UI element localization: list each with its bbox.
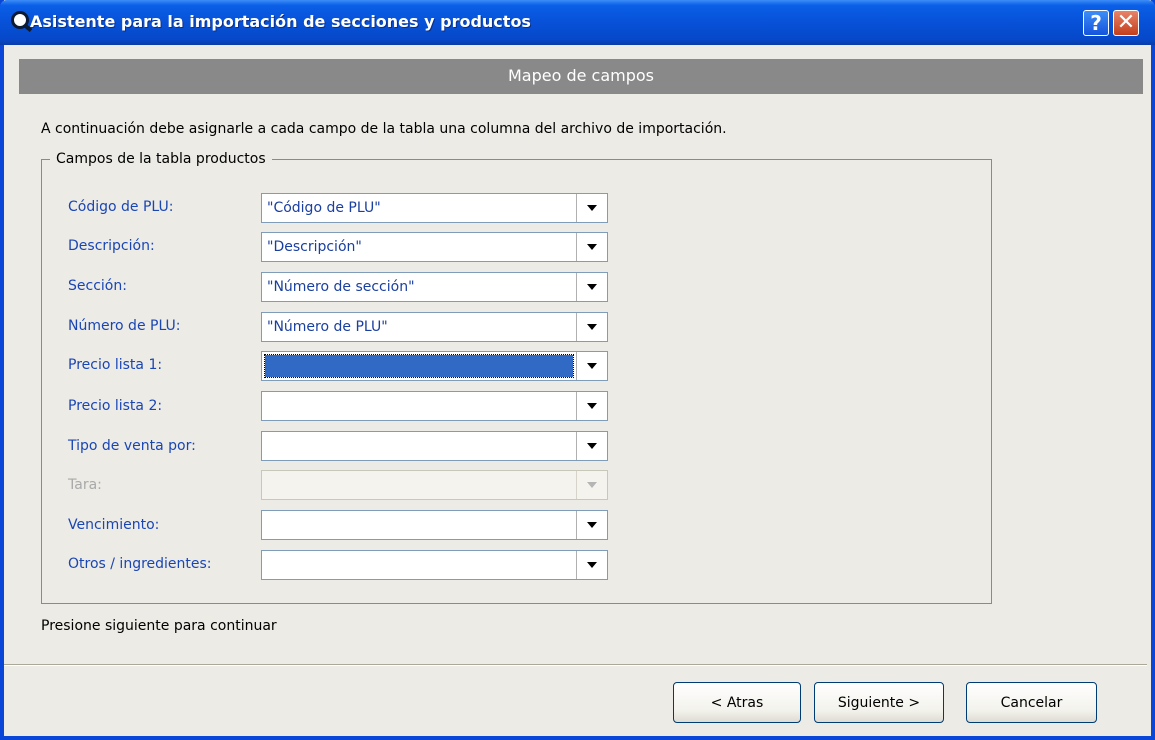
app-magnifier-icon bbox=[11, 11, 29, 29]
dropdown-arrow-icon[interactable] bbox=[576, 511, 607, 539]
dropdown-arrow-icon[interactable] bbox=[576, 194, 607, 222]
combo-value: "Número de sección" bbox=[267, 279, 415, 295]
title-bar[interactable]: Asistente para la importación de seccion… bbox=[0, 0, 1155, 45]
step-header: Mapeo de campos bbox=[19, 59, 1143, 94]
dropdown-arrow-icon[interactable] bbox=[576, 352, 607, 380]
combo-tara bbox=[261, 470, 608, 500]
cancel-button[interactable]: Cancelar bbox=[966, 682, 1097, 723]
combo-seccion[interactable]: "Número de sección" bbox=[261, 272, 608, 302]
field-label-tara: Tara: bbox=[68, 477, 102, 493]
close-button[interactable]: ✕ bbox=[1113, 10, 1139, 36]
field-label-codigo-plu: Código de PLU: bbox=[68, 199, 174, 215]
field-label-descripcion: Descripción: bbox=[68, 238, 155, 254]
combo-precio-lista-2[interactable] bbox=[261, 391, 608, 421]
combo-value: "Código de PLU" bbox=[267, 200, 381, 216]
combo-value: "Descripción" bbox=[267, 239, 362, 255]
combo-descripcion[interactable]: "Descripción" bbox=[261, 232, 608, 262]
field-label-precio-lista-2: Precio lista 2: bbox=[68, 398, 163, 414]
field-label-seccion: Sección: bbox=[68, 278, 127, 294]
field-label-otros-ingredientes: Otros / ingredientes: bbox=[68, 556, 212, 572]
combo-precio-lista-1[interactable] bbox=[261, 351, 608, 381]
dropdown-arrow-icon bbox=[576, 471, 607, 499]
combo-tipo-venta[interactable] bbox=[261, 431, 608, 461]
dropdown-arrow-icon[interactable] bbox=[576, 273, 607, 301]
dialog-window: Asistente para la importación de seccion… bbox=[0, 0, 1155, 740]
dropdown-arrow-icon[interactable] bbox=[576, 233, 607, 261]
dropdown-arrow-icon[interactable] bbox=[576, 432, 607, 460]
instruction-text: A continuación debe asignarle a cada cam… bbox=[41, 121, 727, 137]
field-label-tipo-venta: Tipo de venta por: bbox=[68, 438, 196, 454]
dropdown-arrow-icon[interactable] bbox=[576, 313, 607, 341]
next-button[interactable]: Siguiente > bbox=[814, 682, 944, 723]
footer-separator bbox=[4, 664, 1147, 666]
dropdown-arrow-icon[interactable] bbox=[576, 551, 607, 579]
window-title: Asistente para la importación de seccion… bbox=[30, 12, 531, 31]
combo-numero-plu[interactable]: "Número de PLU" bbox=[261, 312, 608, 342]
continue-hint: Presione siguiente para continuar bbox=[41, 618, 277, 634]
dropdown-arrow-icon[interactable] bbox=[576, 392, 607, 420]
field-label-precio-lista-1: Precio lista 1: bbox=[68, 357, 163, 373]
back-button[interactable]: < Atras bbox=[673, 682, 801, 723]
combo-value: "Número de PLU" bbox=[267, 319, 388, 335]
combo-otros-ingredientes[interactable] bbox=[261, 550, 608, 580]
step-title: Mapeo de campos bbox=[507, 66, 655, 85]
field-label-vencimiento: Vencimiento: bbox=[68, 517, 160, 533]
field-label-numero-plu: Número de PLU: bbox=[68, 318, 181, 334]
combo-codigo-plu[interactable]: "Código de PLU" bbox=[261, 193, 608, 223]
groupbox-legend: Campos de la tabla productos bbox=[50, 151, 272, 167]
selection-highlight bbox=[264, 354, 574, 378]
help-button[interactable]: ? bbox=[1083, 10, 1109, 36]
combo-vencimiento[interactable] bbox=[261, 510, 608, 540]
